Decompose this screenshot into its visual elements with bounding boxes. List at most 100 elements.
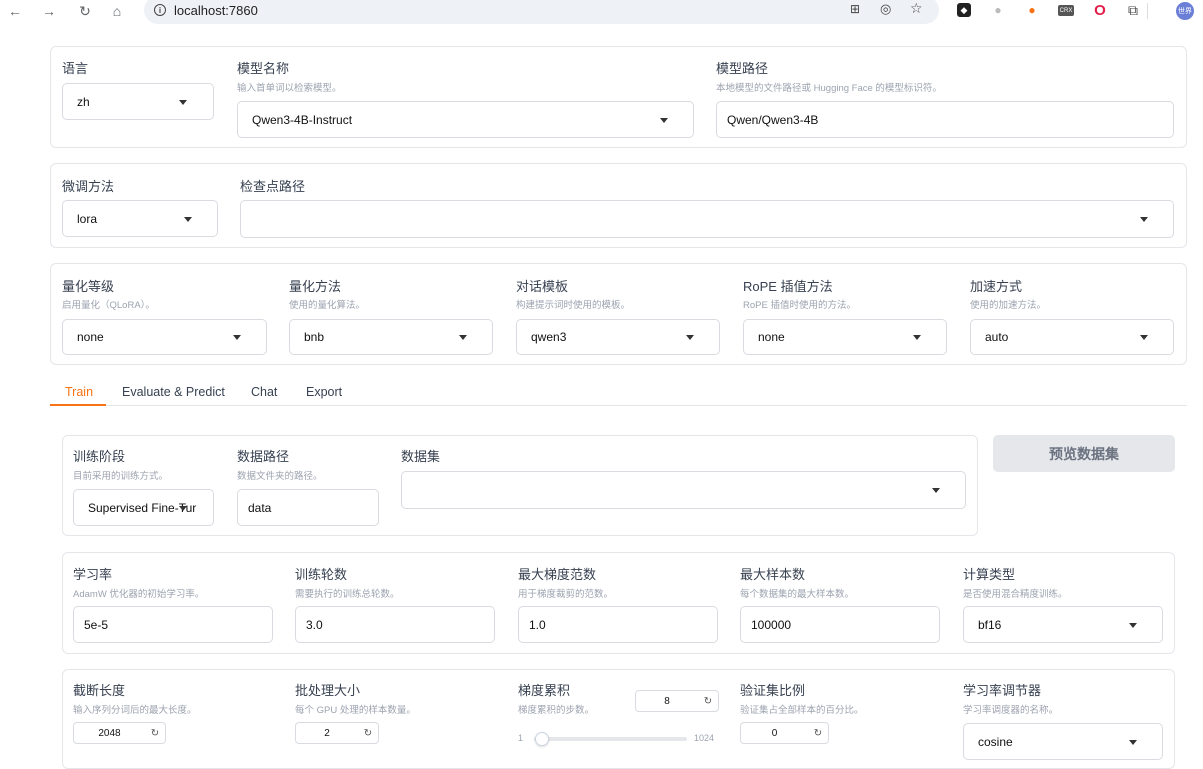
learning-rate-info: AdamW 优化器的初始学习率。 [73,589,205,600]
grad-accum-min: 1 [518,733,524,743]
reset-icon[interactable]: ↻ [808,728,828,739]
quant-method-label: 量化方法 [289,279,342,294]
arrow-left-icon[interactable]: ← [6,2,24,20]
learning-rate-value: 5e-5 [84,617,109,632]
model-path-info: 本地模型的文件路径或 Hugging Face 的模型标识符。 [716,83,942,94]
grad-accum-label: 梯度累积 [518,683,571,698]
extension-icon[interactable]: CRX [1058,5,1074,16]
info-icon[interactable]: i [154,4,166,16]
translate-icon[interactable]: ⊞ [850,2,860,16]
quant-bit-info: 启用量化（QLoRA）。 [62,300,155,311]
grad-accum-slider-thumb[interactable] [535,732,550,746]
compute-type-select[interactable]: bf16 [963,606,1163,643]
star-icon[interactable]: ☆ [910,0,923,17]
checkpoint-label: 检查点路径 [240,179,306,194]
batch-size-label: 批处理大小 [295,683,361,698]
dataset-select[interactable] [401,471,966,509]
quant-method-info: 使用的量化算法。 [289,300,366,311]
preview-dataset-button[interactable]: 预览数据集 [993,435,1175,472]
cutoff-len-input[interactable]: 2048 ↻ [73,722,166,744]
max-samples-input[interactable]: 100000 [740,606,940,643]
cutoff-len-label: 截断长度 [73,683,126,698]
quant-method-value: bnb [304,330,325,344]
extension-icon[interactable]: ● [1024,2,1040,18]
grad-accum-slider[interactable] [534,737,687,741]
val-size-input[interactable]: 0 ↻ [740,722,829,744]
language-value: zh [77,94,90,109]
dropdown-caret-icon [932,488,940,493]
epochs-input[interactable]: 3.0 [295,606,495,643]
language-select[interactable]: zh [62,83,214,120]
batch-size-input[interactable]: 2 ↻ [295,722,379,744]
quant-bit-label: 量化等级 [62,279,115,294]
compute-type-info: 是否使用混合精度训练。 [963,589,1068,600]
max-grad-norm-value: 1.0 [529,617,546,632]
dropdown-caret-icon [1129,622,1137,628]
checkpoint-select[interactable] [240,200,1174,238]
max-grad-norm-label: 最大梯度范数 [518,567,597,582]
reset-icon[interactable]: ↻ [145,728,165,739]
model-path-input[interactable]: Qwen/Qwen3-4B [716,101,1174,138]
val-size-value: 0 [771,727,778,739]
dropdown-caret-icon [1140,217,1148,222]
reset-icon[interactable]: ↻ [698,696,718,707]
dropdown-caret-icon [179,99,187,105]
booster-select[interactable]: auto [970,319,1174,355]
finetune-method-value: lora [77,211,98,226]
tab-chat[interactable]: Chat [251,385,277,399]
tab-train[interactable]: Train [65,385,93,399]
template-info: 构建提示词时使用的模板。 [516,300,631,311]
tab-evaluate-predict[interactable]: Evaluate & Predict [122,385,225,399]
extension-icon[interactable]: ◆ [957,3,971,17]
quant-bit-value: none [77,330,104,344]
model-name-select[interactable]: Qwen3-4B-Instruct [237,101,694,138]
grad-accum-input[interactable]: 8 ↻ [635,690,719,712]
booster-label: 加速方式 [970,279,1023,294]
grad-accum-max: 1024 [694,733,715,743]
address-bar[interactable]: i localhost:7860 ⊞ ◎ ☆ [144,0,939,24]
batch-size-value: 2 [324,727,330,739]
dropdown-caret-icon [179,505,187,511]
rope-label: RoPE 插值方法 [743,279,833,294]
stage-select[interactable]: Supervised Fine-Tur [73,489,214,526]
dropdown-caret-icon [233,335,241,340]
tab-export[interactable]: Export [306,385,342,399]
extension-icon[interactable]: ● [990,2,1006,18]
template-value: qwen3 [531,330,567,344]
extension-icon[interactable]: ⧉ [1125,2,1141,18]
rope-select[interactable]: none [743,319,947,355]
max-grad-norm-input[interactable]: 1.0 [518,606,718,643]
extension-icon[interactable]: O [1092,2,1108,19]
dropdown-caret-icon [660,117,668,123]
learning-rate-label: 学习率 [73,567,113,582]
arrow-right-icon[interactable]: → [40,2,58,20]
finetune-method-select[interactable]: lora [62,200,218,237]
max-samples-label: 最大样本数 [740,567,806,582]
template-label: 对话模板 [516,279,569,294]
max-samples-value: 100000 [751,617,792,632]
quant-bit-select[interactable]: none [62,319,267,355]
dataset-dir-value: data [248,500,272,515]
model-path-value: Qwen/Qwen3-4B [727,112,819,127]
cutoff-len-info: 输入序列分词后的最大长度。 [73,705,197,716]
reload-icon[interactable]: ↻ [76,2,94,20]
max-samples-info: 每个数据集的最大样本数。 [740,589,855,600]
epochs-value: 3.0 [306,617,323,632]
rope-value: none [758,330,785,344]
dataset-dir-input[interactable]: data [237,489,379,526]
eye-off-icon[interactable]: ◎ [880,1,891,17]
url-text: localhost:7860 [174,2,258,18]
toolbar-divider [1147,3,1148,19]
template-select[interactable]: qwen3 [516,319,720,355]
lr-scheduler-select[interactable]: cosine [963,723,1163,760]
quant-method-select[interactable]: bnb [289,319,493,355]
dropdown-caret-icon [184,216,192,222]
dropdown-caret-icon [686,335,694,340]
booster-info: 使用的加速方法。 [970,300,1047,311]
learning-rate-input[interactable]: 5e-5 [73,606,273,643]
reset-icon[interactable]: ↻ [358,728,378,739]
home-icon[interactable]: ⌂ [108,2,126,20]
dropdown-caret-icon [1140,335,1148,340]
grad-accum-value: 8 [664,695,670,707]
avatar[interactable]: 世界 [1176,2,1194,20]
